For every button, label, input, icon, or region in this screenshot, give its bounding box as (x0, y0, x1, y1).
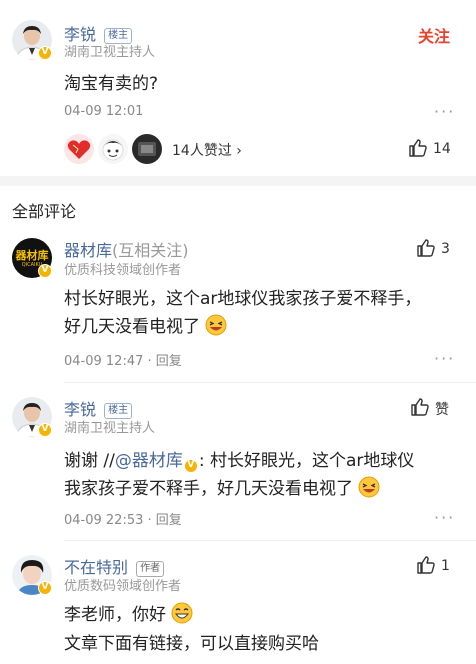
comment-text: : 村长好眼光，这个ar地球仪 (198, 451, 415, 471)
comment-content-line1: 李老师，你好 (64, 601, 193, 630)
comment-like-count: 1 (441, 558, 450, 574)
section-divider (0, 176, 476, 186)
comment-content-line2: 好几天没看电视了 (64, 313, 227, 342)
comment-time: 04-09 12:47 (64, 354, 144, 369)
comment-text: 我家孩子爱不释手，好几天没看电视了 (64, 479, 353, 499)
like-label[interactable]: 赞 (435, 399, 449, 419)
thumbs-up-icon[interactable] (408, 138, 428, 162)
verified-v-icon: V (38, 264, 52, 278)
grinning-emoji-icon (171, 602, 193, 624)
laughing-emoji-icon (205, 314, 227, 336)
comment-text: 李老师，你好 (64, 605, 166, 625)
avatar-logo-text: 器材库 (15, 249, 49, 262)
post-more-icon[interactable]: ··· (434, 102, 455, 121)
comment-text: 好几天没看电视了 (64, 317, 200, 337)
comment-author-subtitle: 优质数码领域创作者 (64, 579, 182, 594)
verified-v-icon: V (38, 581, 52, 595)
thumbs-up-icon[interactable] (416, 238, 436, 262)
post-like-count: 14 (433, 141, 451, 157)
comment-separator (64, 540, 476, 541)
verified-v-icon: V (183, 459, 198, 473)
comment-more-icon[interactable]: ··· (434, 349, 455, 368)
comment-content-line2: 我家孩子爱不释手，好几天没看电视了 (64, 475, 380, 504)
comment-more-icon[interactable]: ··· (434, 508, 455, 527)
reply-button[interactable]: · 回复 (148, 354, 182, 369)
comment-author-subtitle: 优质科技领域创作者 (64, 263, 182, 278)
verified-v-icon: V (38, 46, 52, 60)
comment-content-line1: 村长好眼光，这个ar地球仪我家孩子爱不释手， (64, 289, 422, 309)
comment-time: 04-09 22:53 (64, 513, 144, 528)
comments-section-title: 全部评论 (12, 202, 77, 221)
liker-avatar[interactable] (98, 134, 128, 164)
verified-v-icon: V (38, 423, 52, 437)
comment-author-name[interactable]: 器材库 (64, 241, 112, 260)
post-author-subtitle: 湖南卫视主持人 (64, 45, 156, 60)
mutual-follow-label: (互相关注) (112, 241, 189, 260)
laughing-emoji-icon (358, 476, 380, 498)
thumbs-up-icon[interactable] (416, 555, 436, 579)
post-content: 淘宝有卖的? (64, 74, 159, 94)
post-time: 04-09 12:01 (64, 104, 144, 119)
comment-author-subtitle: 湖南卫视主持人 (64, 421, 156, 436)
liker-avatar[interactable] (64, 134, 94, 164)
comment-like-count: 3 (441, 241, 450, 257)
comment-meta: 04-09 22:53 · 回复 (64, 509, 182, 528)
comment-text: 谢谢 // (64, 451, 115, 471)
mention-link[interactable]: @器材库 (115, 451, 183, 471)
liker-avatar[interactable] (132, 134, 162, 164)
comment-meta: 04-09 12:47 · 回复 (64, 350, 182, 369)
reply-button[interactable]: · 回复 (148, 513, 182, 528)
likers-count-link[interactable]: 14人赞过 › (172, 140, 242, 160)
comment-content-line1: 谢谢 //@器材库 V: 村长好眼光，这个ar地球仪 (64, 447, 414, 476)
follow-button[interactable]: 关注 (418, 23, 450, 47)
thumbs-up-icon[interactable] (410, 397, 430, 421)
comment-content-line2: 文章下面有链接，可以直接购买哈 (64, 634, 319, 654)
comment-author-line: 器材库(互相关注) (64, 237, 189, 261)
comment-separator (64, 382, 476, 383)
